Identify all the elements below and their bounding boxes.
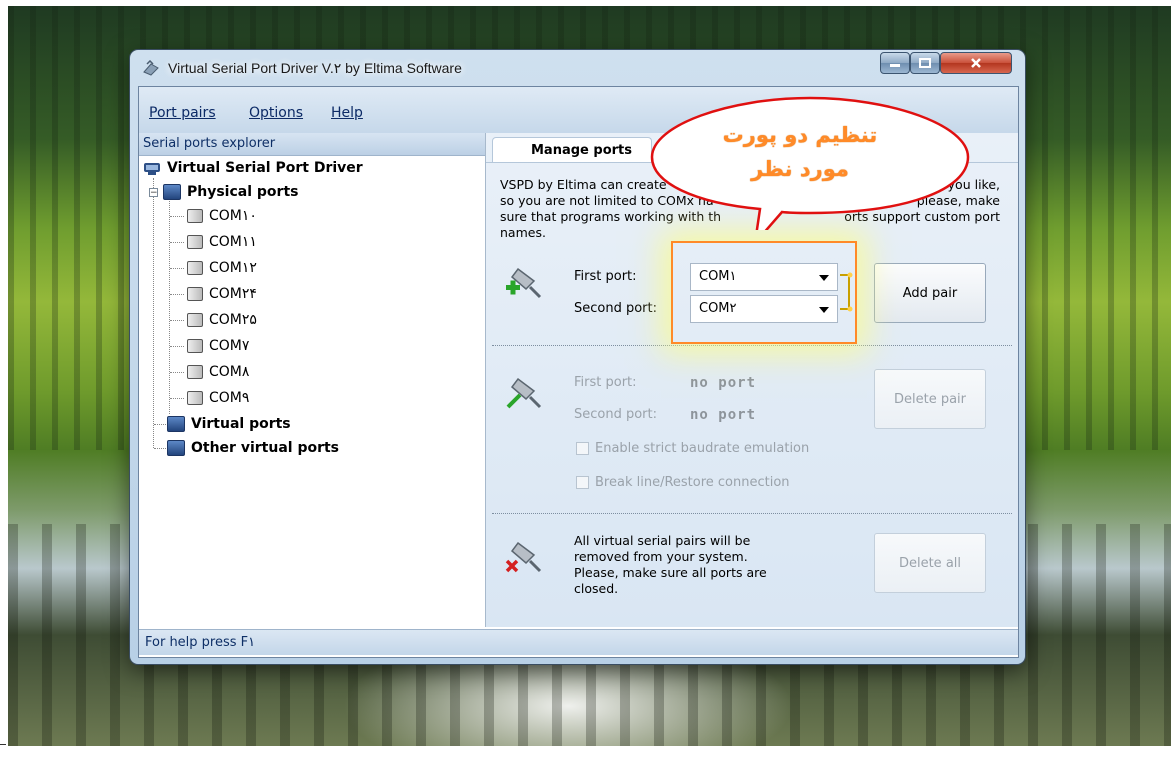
maximize-button[interactable]	[910, 52, 940, 74]
tree-node-port[interactable]: COM۸	[187, 364, 249, 380]
explorer-header: Serial ports explorer	[139, 133, 485, 156]
tree-connector	[153, 178, 154, 448]
second-port-label: Second port:	[574, 301, 658, 316]
delete-all-line: All virtual serial pairs will be	[574, 533, 751, 548]
menu-options[interactable]: Options	[249, 105, 303, 121]
tree-node-root[interactable]: Virtual Serial Port Driver	[143, 160, 363, 176]
tree-node-label: COM۲۵	[209, 312, 257, 328]
tree-node-label: Other virtual ports	[191, 440, 340, 456]
status-bar: For help press F۱	[139, 629, 1018, 655]
add-pair-button[interactable]: Add pair	[874, 263, 986, 323]
annotation-line: تنظیم دو پورت	[722, 123, 878, 147]
tree-node-port[interactable]: COM۱۱	[187, 234, 257, 250]
tree-node-label: COM۱۱	[209, 234, 257, 250]
highlight-frame	[671, 241, 857, 344]
close-button[interactable]	[940, 52, 1012, 74]
close-icon	[971, 58, 981, 68]
delete-all-line: Please, make sure all ports are	[574, 565, 767, 580]
strict-baudrate-label: Enable strict baudrate emulation	[595, 441, 810, 456]
checkbox-box	[576, 476, 589, 489]
tree-connector	[154, 448, 168, 449]
tree-node-label: Physical ports	[187, 184, 299, 200]
tree-node-virtual-ports[interactable]: Virtual ports	[167, 416, 291, 432]
tree-node-port[interactable]: COM۱۲	[187, 260, 257, 276]
first-port-label: First port:	[574, 269, 637, 284]
minimize-icon	[890, 64, 900, 67]
tree-connector	[170, 268, 184, 269]
serial-port-icon	[187, 261, 203, 275]
delete-pair-icon	[506, 377, 542, 409]
tree-node-label: COM۸	[209, 364, 250, 380]
tree-node-label: COM۹	[209, 390, 250, 406]
tree-connector	[170, 398, 184, 399]
tree-connector	[154, 424, 168, 425]
ports-explorer-panel: Serial ports explorer Virtual Serial Por…	[139, 133, 486, 627]
add-pair-icon	[506, 267, 542, 299]
menu-port-pairs[interactable]: Port pairs	[149, 105, 216, 121]
tree-connector	[170, 346, 184, 347]
tree-node-label: Virtual Serial Port Driver	[167, 160, 363, 176]
collapse-physical-icon[interactable]: −	[149, 188, 158, 198]
app-icon	[143, 60, 159, 76]
delete-all-line: closed.	[574, 581, 619, 596]
section-divider	[492, 513, 1012, 514]
tree-node-port[interactable]: COM۲۴	[187, 286, 257, 302]
remove-second-port-label: Second port:	[574, 407, 658, 422]
annotation-line: مورد نظر	[751, 157, 849, 181]
serial-port-icon	[187, 287, 203, 301]
tree-connector	[170, 294, 184, 295]
serial-port-icon	[187, 235, 203, 249]
serial-driver-icon	[143, 160, 161, 176]
tree-node-label: COM۲۴	[209, 286, 257, 302]
tree-node-physical-ports[interactable]: Physical ports	[163, 184, 298, 200]
delete-all-button[interactable]: Delete all	[874, 533, 986, 593]
remove-first-port-label: First port:	[574, 375, 637, 390]
remove-first-port-value: no port	[690, 375, 757, 391]
edge-mark	[0, 744, 6, 745]
tree-node-port[interactable]: COM۹	[187, 390, 249, 406]
tree-node-label: Virtual ports	[191, 416, 291, 432]
tree-connector	[169, 198, 170, 414]
minimize-button[interactable]	[880, 52, 910, 74]
computer-icon	[163, 184, 181, 200]
tree-connector	[170, 242, 184, 243]
menu-help[interactable]: Help	[331, 105, 363, 121]
break-line-label: Break line/Restore connection	[595, 475, 790, 490]
tree-connector	[170, 216, 184, 217]
tree-connector	[170, 372, 184, 373]
tree-node-port[interactable]: COM۷	[187, 338, 249, 354]
delete-all-icon	[505, 541, 542, 573]
tree-node-other-virtual-ports[interactable]: Other virtual ports	[167, 440, 339, 456]
title-bar[interactable]: Virtual Serial Port Driver V.۲ by Eltima…	[130, 50, 1025, 86]
delete-all-line: removed from your system.	[574, 549, 748, 564]
delete-pair-button[interactable]: Delete pair	[874, 369, 986, 429]
section-divider	[492, 345, 1012, 346]
serial-port-icon	[187, 209, 203, 223]
computer-icon	[167, 440, 185, 456]
tree-node-label: COM۷	[209, 338, 250, 354]
serial-port-icon	[187, 365, 203, 379]
serial-port-icon	[187, 339, 203, 353]
maximize-icon	[919, 58, 931, 68]
serial-port-icon	[187, 391, 203, 405]
remove-second-port-value: no port	[690, 407, 757, 423]
tab-manage-ports[interactable]: Manage ports	[492, 137, 652, 163]
delete-all-description: All virtual serial pairs will be removed…	[574, 533, 804, 597]
description-line: VSPD by Eltima can create	[500, 177, 667, 192]
checkbox-box	[576, 442, 589, 455]
tree-connector	[170, 320, 184, 321]
tree-node-label: COM۱۲	[209, 260, 257, 276]
break-line-checkbox[interactable]: Break line/Restore connection	[576, 475, 790, 490]
tree-node-port[interactable]: COM۱۰	[187, 208, 257, 224]
tree-node-port[interactable]: COM۲۵	[187, 312, 257, 328]
tree-node-label: COM۱۰	[209, 208, 257, 224]
serial-port-icon	[187, 313, 203, 327]
computer-icon	[167, 416, 185, 432]
annotation-text: تنظیم دو پورت مورد نظر	[650, 118, 950, 186]
window-title: Virtual Serial Port Driver V.۲ by Eltima…	[168, 60, 462, 76]
strict-baudrate-checkbox[interactable]: Enable strict baudrate emulation	[576, 441, 809, 456]
